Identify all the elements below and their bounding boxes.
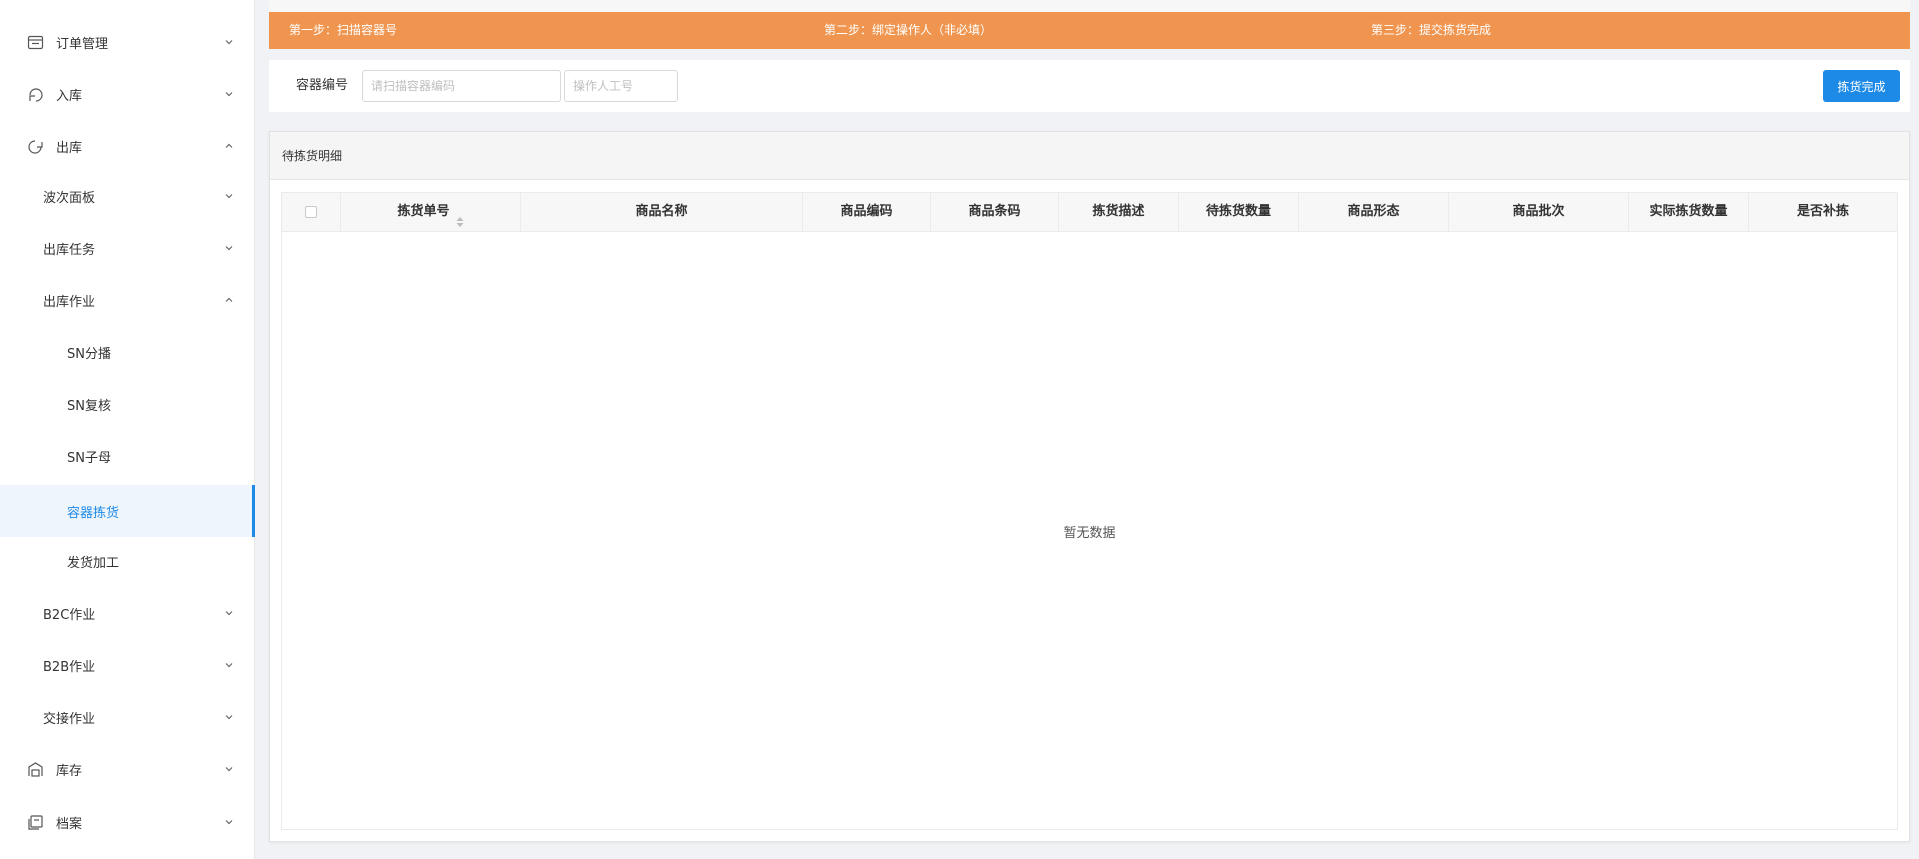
sidebar-item-label: 出库作业 — [43, 294, 96, 310]
steps-bar: 第一步：扫描容器号 第二步：绑定操作人（非必填） 第三步：提交拣货完成 — [269, 12, 1910, 49]
main-content: 第一步：扫描容器号 第二步：绑定操作人（非必填） 第三步：提交拣货完成 容器编号… — [255, 0, 1919, 859]
column-header-supplementary-pick: 是否补拣 — [1796, 204, 1849, 219]
step-2: 第二步：绑定操作人（非必填） — [824, 23, 993, 37]
chevron-up-icon — [223, 140, 235, 152]
sidebar-item-container-picking[interactable]: 容器拣货 — [0, 485, 255, 537]
sidebar-item-order-management[interactable]: 订单管理 — [0, 16, 255, 68]
pending-picking-card: 待拣货明细 拣货单号 商品名称 商品编码 商品条码 拣货描述 待拣货数量 商品形… — [269, 131, 1910, 842]
sidebar-item-sn-sort[interactable]: SN分播 — [0, 326, 255, 378]
column-header-product-batch: 商品批次 — [1449, 193, 1629, 231]
column-header-pending-quantity: 待拣货数量 — [1179, 193, 1299, 231]
sidebar-item-label: 库存 — [56, 763, 83, 779]
chevron-down-icon — [223, 88, 235, 100]
sidebar-item-label: SN复核 — [67, 398, 111, 414]
step-3: 第三步：提交拣货完成 — [1371, 23, 1492, 37]
chevron-down-icon — [223, 242, 235, 254]
chevron-down-icon — [223, 190, 235, 202]
column-header-product-barcode: 商品条码 — [931, 193, 1059, 231]
sidebar-item-b2c-operation[interactable]: B2C作业 — [0, 587, 255, 639]
sidebar-item-label: B2B作业 — [43, 659, 96, 675]
sidebar-item-archive[interactable]: 档案 — [0, 796, 255, 848]
sidebar-item-label: 波次面板 — [43, 190, 96, 206]
chevron-down-icon — [223, 816, 235, 828]
search-panel: 容器编号 拣货完成 — [269, 60, 1910, 112]
sidebar-item-sn-recheck[interactable]: SN复核 — [0, 378, 255, 430]
sort-icon[interactable] — [456, 206, 464, 227]
table-header: 拣货单号 商品名称 商品编码 商品条码 拣货描述 待拣货数量 商品形态 商品批次… — [282, 193, 1897, 232]
sidebar-item-label: 发货加工 — [67, 555, 120, 571]
column-header-pick-description: 拣货描述 — [1059, 193, 1179, 231]
sidebar-item-label: B2C作业 — [43, 607, 96, 623]
column-header-pick-order-no[interactable]: 拣货单号 — [341, 193, 521, 231]
order-icon — [27, 34, 44, 51]
sidebar-item-label: 入库 — [56, 88, 83, 104]
sidebar-item-outbound-task[interactable]: 出库任务 — [0, 222, 255, 274]
sidebar-item-inbound[interactable]: 入库 — [0, 68, 255, 120]
inventory-icon — [27, 761, 44, 778]
sidebar-item-inventory[interactable]: 库存 — [0, 743, 255, 795]
column-header-product-code: 商品编码 — [803, 193, 931, 231]
sidebar-item-label: SN分播 — [67, 346, 111, 362]
chevron-down-icon — [223, 711, 235, 723]
sidebar-item-wave-panel[interactable]: 波次面板 — [0, 170, 255, 222]
chevron-down-icon — [223, 607, 235, 619]
column-header-product-name: 商品名称 — [521, 193, 803, 231]
operator-id-input[interactable] — [564, 70, 678, 102]
sidebar-item-label: SN子母 — [67, 450, 111, 466]
picking-complete-button[interactable]: 拣货完成 — [1823, 70, 1900, 102]
sidebar-item-b2b-operation[interactable]: B2B作业 — [0, 639, 255, 691]
column-header-actual-quantity: 实际拣货数量 — [1629, 193, 1749, 231]
column-header-product-form: 商品形态 — [1299, 193, 1449, 231]
sidebar-item-outbound[interactable]: 出库 — [0, 120, 255, 172]
chevron-down-icon — [223, 659, 235, 671]
sidebar-item-label: 交接作业 — [43, 711, 96, 727]
sidebar-item-label: 出库 — [56, 140, 83, 156]
sidebar-item-shipping-processing[interactable]: 发货加工 — [0, 535, 255, 587]
sidebar-item-label: 出库任务 — [43, 242, 96, 258]
sidebar-item-label: 订单管理 — [56, 36, 109, 52]
chevron-down-icon — [223, 763, 235, 775]
outbound-icon — [27, 138, 44, 155]
empty-state-text: 暂无数据 — [1063, 526, 1116, 541]
select-all-cell — [282, 193, 341, 231]
step-1: 第一步：扫描容器号 — [289, 23, 398, 37]
sidebar-item-sn-parent-child[interactable]: SN子母 — [0, 430, 255, 482]
sidebar-item-label: 档案 — [56, 816, 83, 832]
column-header-label: 拣货单号 — [397, 204, 450, 219]
container-label: 容器编号 — [296, 78, 349, 93]
sidebar-item-label: 容器拣货 — [67, 505, 120, 521]
select-all-checkbox[interactable] — [305, 206, 317, 218]
picking-table: 拣货单号 商品名称 商品编码 商品条码 拣货描述 待拣货数量 商品形态 商品批次… — [281, 192, 1898, 830]
inbound-icon — [27, 86, 44, 103]
card-title: 待拣货明细 — [270, 132, 1909, 180]
sidebar: 订单管理 入库 出库 波次面板 出库任务 出库作业 SN分播 SN复核 SN子母 — [0, 0, 255, 859]
sidebar-item-handover-operation[interactable]: 交接作业 — [0, 691, 255, 743]
chevron-down-icon — [223, 36, 235, 48]
chevron-up-icon — [223, 294, 235, 306]
container-code-input[interactable] — [362, 70, 561, 102]
archive-icon — [27, 814, 44, 831]
sidebar-item-outbound-operation[interactable]: 出库作业 — [0, 274, 255, 326]
